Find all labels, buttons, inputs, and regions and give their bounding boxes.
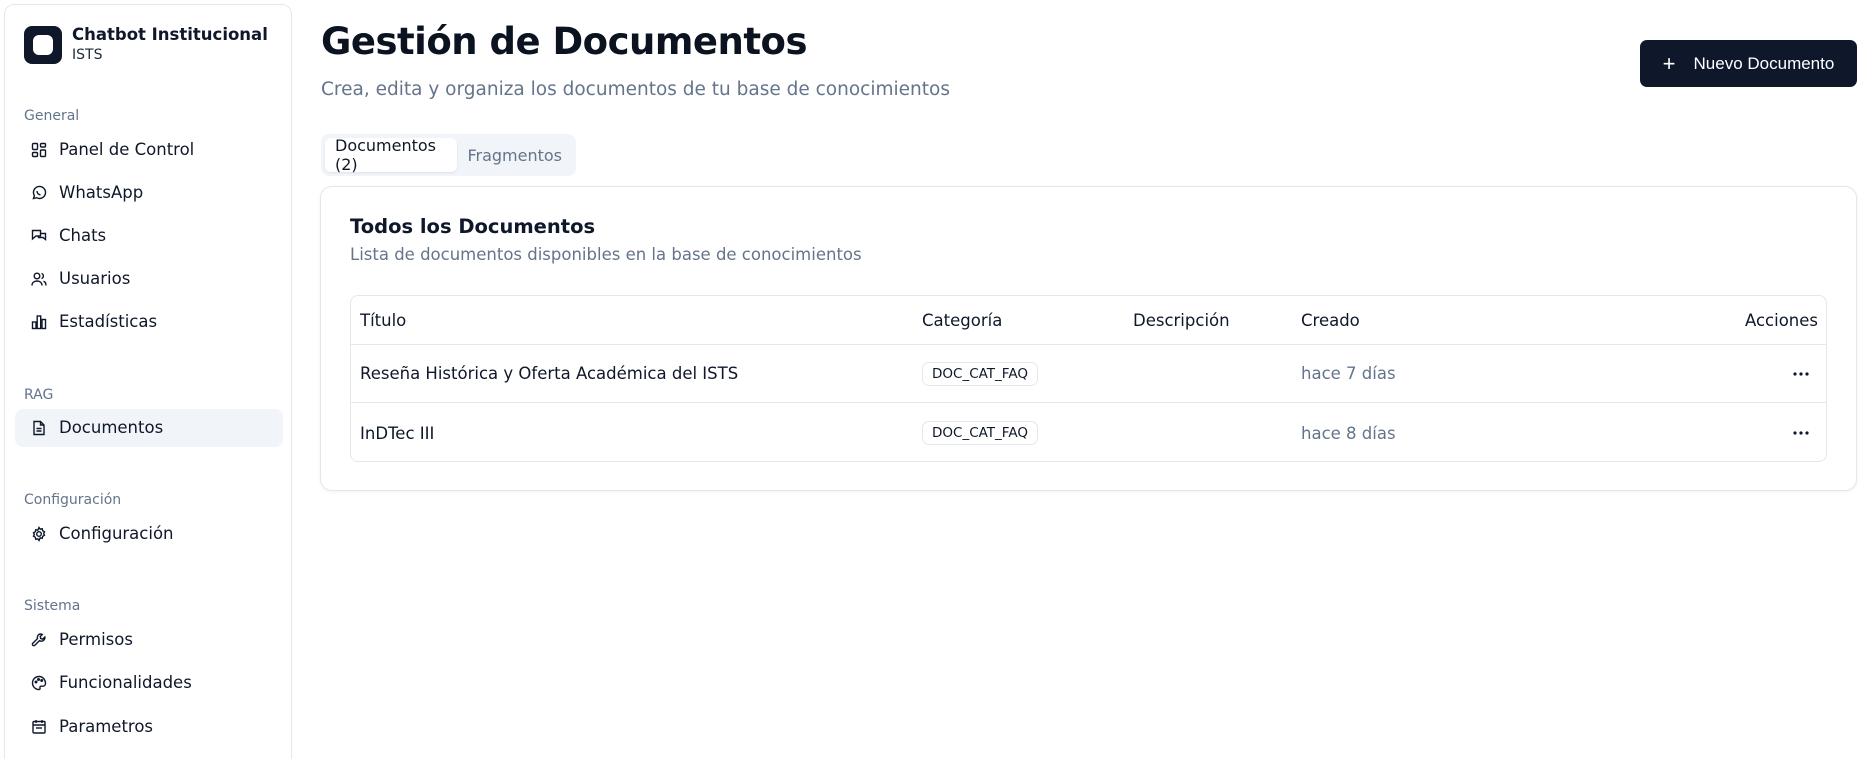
sidebar-item-label: Usuarios — [59, 269, 131, 288]
sidebar-item-panel-de-control[interactable]: Panel de Control — [15, 131, 283, 169]
column-header-categoria: Categoría — [922, 310, 1003, 330]
page-title: Gestión de Documentos — [321, 20, 807, 63]
sidebar-item-estadisticas[interactable]: Estadísticas — [15, 303, 283, 341]
sidebar-item-label: Estadísticas — [59, 312, 158, 331]
group-label-rag: RAG — [24, 387, 54, 403]
palette-icon — [31, 675, 47, 691]
tabs: Documentos (2) Fragmentos — [321, 134, 576, 176]
more-actions-icon[interactable] — [1788, 420, 1814, 446]
sidebar-item-label: Parametros — [59, 717, 154, 736]
sidebar-item-configuracion[interactable]: Configuración — [15, 515, 283, 553]
table-row[interactable]: InDTec III DOC_CAT_FAQ hace 8 días — [351, 404, 1826, 461]
sidebar-item-permisos[interactable]: Permisos — [15, 621, 283, 659]
new-document-button[interactable]: + Nuevo Documento — [1640, 40, 1857, 87]
column-header-acciones: Acciones — [1744, 310, 1818, 330]
more-actions-icon[interactable] — [1788, 361, 1814, 387]
wrench-icon — [31, 633, 46, 647]
sidebar-item-chats[interactable]: Chats — [15, 217, 283, 255]
whatsapp-icon — [32, 185, 47, 200]
sidebar-item-label: WhatsApp — [59, 183, 144, 202]
document-title-cell: InDTec III — [360, 423, 435, 443]
column-header-descripcion: Descripción — [1133, 310, 1230, 330]
card-subtitle: Lista de documentos disponibles en la ba… — [350, 245, 862, 264]
card-title: Todos los Documentos — [350, 215, 596, 238]
document-title-cell: Reseña Histórica y Oferta Académica del … — [360, 364, 739, 383]
calendar-icon — [32, 720, 46, 734]
sidebar-item-usuarios[interactable]: Usuarios — [15, 260, 283, 298]
table-row[interactable]: Reseña Histórica y Oferta Académica del … — [351, 345, 1826, 403]
gear-icon — [32, 526, 46, 542]
sidebar-item-whatsapp[interactable]: WhatsApp — [15, 174, 283, 212]
sidebar-item-documentos[interactable]: Documentos — [15, 409, 283, 447]
sidebar-item-label: Documentos — [59, 418, 164, 437]
created-cell: hace 7 días — [1301, 364, 1396, 383]
sidebar-item-label: Permisos — [59, 630, 133, 649]
document-icon — [33, 420, 45, 436]
brand[interactable]: Chatbot Institucional ISTS — [24, 25, 268, 65]
sidebar: Chatbot Institucional ISTS General Panel… — [4, 4, 292, 759]
plus-icon: + — [1662, 50, 1676, 76]
brand-title: Chatbot Institucional — [72, 25, 268, 44]
tab-fragmentos[interactable]: Fragmentos — [457, 138, 572, 172]
dashboard-icon — [31, 142, 47, 158]
category-badge: DOC_CAT_FAQ — [922, 361, 1038, 386]
documents-table: Título Categoría Descripción Creado Acci… — [350, 295, 1827, 462]
group-label-configuracion: Configuración — [24, 492, 122, 508]
chats-icon — [31, 229, 47, 241]
table-header-row: Título Categoría Descripción Creado Acci… — [351, 296, 1826, 345]
page-subtitle: Crea, edita y organiza los documentos de… — [321, 79, 950, 100]
sidebar-item-funcionalidades[interactable]: Funcionalidades — [15, 664, 283, 702]
created-cell: hace 8 días — [1301, 423, 1396, 443]
sidebar-item-label: Funcionalidades — [59, 673, 192, 692]
sidebar-item-parametros[interactable]: Parametros — [15, 708, 283, 746]
group-label-general: General — [24, 108, 80, 124]
sidebar-item-label: Configuración — [59, 524, 174, 543]
tab-documentos[interactable]: Documentos (2) — [325, 136, 458, 174]
new-document-label: Nuevo Documento — [1693, 53, 1835, 73]
documents-card: Todos los Documentos Lista de documentos… — [320, 186, 1857, 491]
sidebar-item-label: Chats — [59, 226, 107, 245]
column-header-creado: Creado — [1301, 310, 1360, 330]
bar-chart-icon — [31, 315, 47, 330]
column-header-titulo: Título — [360, 310, 407, 330]
sidebar-item-label: Panel de Control — [59, 140, 195, 159]
brand-logo — [24, 26, 62, 64]
users-icon — [31, 272, 47, 286]
group-label-sistema: Sistema — [24, 598, 81, 614]
category-badge: DOC_CAT_FAQ — [922, 421, 1038, 445]
brand-subtitle: ISTS — [72, 47, 103, 63]
